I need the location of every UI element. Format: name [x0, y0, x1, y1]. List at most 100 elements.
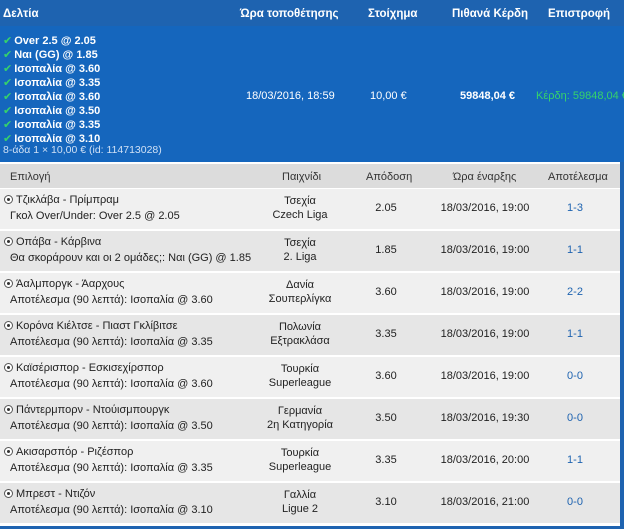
col-slip: Δελτία: [3, 8, 39, 20]
table-header: Δελτία Ώρα τοποθέτησης Στοίχημα Πιθανά Κ…: [0, 0, 624, 26]
selection-item: ✔ Over 2.5 @ 2.05: [3, 35, 96, 47]
start-time: 18/03/2016, 19:00: [440, 202, 530, 214]
h-selection: Επιλογή: [10, 171, 51, 183]
market-selection: Θα σκοράρουν και οι 2 ομάδες;: Ναι (GG) …: [10, 252, 252, 264]
game-cell: Τουρκία Superleague: [230, 362, 370, 390]
odds-value: 3.35: [375, 454, 397, 466]
league: 2. Liga: [283, 251, 317, 263]
result-link[interactable]: 1-1: [560, 244, 590, 256]
game-cell: Δανία Σουπερλίγκα: [230, 278, 370, 306]
selections-table-header: Επιλογή Παιχνίδι Απόδοση Ώρα έναρξης Απο…: [0, 164, 624, 188]
scrollbar[interactable]: [620, 162, 624, 526]
country: Τσεχία: [284, 195, 316, 207]
game-cell: Πολωνία Εξτρακλάσα: [230, 320, 370, 348]
league: Czech Liga: [272, 209, 328, 221]
game-cell: Τσεχία 2. Liga: [230, 236, 370, 264]
result-link[interactable]: 2-2: [560, 286, 590, 298]
odds-value: 2.05: [375, 202, 397, 214]
selection-item: ✔ Ισοπαλία @ 3.35: [3, 119, 101, 131]
start-time: 18/03/2016, 19:30: [440, 412, 530, 424]
game-cell: Τσεχία Czech Liga: [230, 194, 370, 222]
col-placed-time: Ώρα τοποθέτησης: [240, 8, 339, 20]
country: Τουρκία: [280, 447, 320, 459]
start-time: 18/03/2016, 19:00: [440, 244, 530, 256]
selection-item: ✔ Ισοπαλία @ 3.60: [3, 63, 101, 75]
match-name: Τζικλάβα - Πρίμπραμ: [16, 194, 119, 206]
selection-item: ✔ Ισοπαλία @ 3.60: [3, 91, 101, 103]
table-row[interactable]: Άαλμποργκ - Άαρχους Αποτέλεσμα (90 λεπτά)…: [0, 273, 624, 314]
football-icon: [4, 237, 13, 246]
table-row[interactable]: Ακισαρσπόρ - Ριζέσπορ Αποτέλεσμα (90 λεπτ…: [0, 441, 624, 482]
table-row[interactable]: Καϊσέρισπορ - Εσκισεχίρσπορ Αποτέλεσμα (9…: [0, 357, 624, 398]
selection-item: ✔ Ισοπαλία @ 3.50: [3, 105, 101, 117]
check-icon: ✔: [3, 49, 13, 61]
match-name: Άαλμποργκ - Άαρχους: [16, 278, 125, 290]
country: Τσεχία: [284, 237, 316, 249]
col-return: Επιστροφή: [548, 8, 611, 20]
market-selection: Γκολ Over/Under: Over 2.5 @ 2.05: [10, 210, 180, 222]
check-icon: ✔: [3, 63, 13, 75]
football-icon: [4, 489, 13, 498]
check-icon: ✔: [3, 35, 13, 47]
h-odds: Απόδοση: [366, 171, 413, 183]
table-row[interactable]: Τζικλάβα - Πρίμπραμ Γκολ Over/Under: Over…: [0, 189, 624, 230]
football-icon: [4, 363, 13, 372]
return-value: Κέρδη: 59848,04 €: [536, 90, 624, 102]
result-link[interactable]: 0-0: [560, 370, 590, 382]
league: Superleague: [268, 377, 332, 389]
country: Γερμανία: [277, 405, 323, 417]
start-time: 18/03/2016, 20:00: [440, 454, 530, 466]
odds-value: 3.50: [375, 412, 397, 424]
odds-value: 3.10: [375, 496, 397, 508]
check-icon: ✔: [3, 105, 13, 117]
table-row[interactable]: Πάντερμπορν - Ντούισμπουργκ Αποτέλεσμα (9…: [0, 399, 624, 440]
check-icon: ✔: [3, 77, 13, 89]
potential-win-value: 59848,04 €: [460, 90, 516, 102]
result-link[interactable]: 1-1: [560, 454, 590, 466]
bet-meta: 8-άδα 1 × 10,00 € (id: 114713028): [3, 144, 162, 156]
market-selection: Αποτέλεσμα (90 λεπτά): Ισοπαλία @ 3.35: [10, 462, 213, 474]
match-name: Μπρεστ - Ντιζόν: [16, 488, 96, 500]
selection-item: ✔ Ισοπαλία @ 3.35: [3, 77, 101, 89]
check-icon: ✔: [3, 91, 13, 103]
start-time: 18/03/2016, 19:00: [440, 286, 530, 298]
match-name: Κορόνα Κιέλτσε - Πιαστ Γκλίβιτσε: [16, 320, 178, 332]
league: Σουπερλίγκα: [268, 293, 332, 305]
match-name: Ακισαρσπόρ - Ριζέσπορ: [16, 446, 134, 458]
country: Πολωνία: [278, 321, 322, 333]
league: Εξτρακλάσα: [270, 335, 330, 347]
h-game: Παιχνίδι: [282, 171, 322, 183]
table-row[interactable]: Μπρεστ - Ντιζόν Αποτέλεσμα (90 λεπτά): Ισ…: [0, 483, 624, 524]
game-cell: Γαλλία Ligue 2: [230, 488, 370, 516]
football-icon: [4, 405, 13, 414]
start-time: 18/03/2016, 19:00: [440, 370, 530, 382]
football-icon: [4, 447, 13, 456]
selection-item: ✔ Ναι (GG) @ 1.85: [3, 49, 98, 61]
market-selection: Αποτέλεσμα (90 λεπτά): Ισοπαλία @ 3.60: [10, 294, 213, 306]
bet-summary[interactable]: ✔ Over 2.5 @ 2.05 ✔ Ναι (GG) @ 1.85 ✔ Ισοπα…: [0, 26, 624, 162]
col-potential-win: Πιθανά Κέρδη: [452, 8, 529, 20]
game-cell: Τουρκία Superleague: [230, 446, 370, 474]
table-row[interactable]: Οπάβα - Κάρβινα Θα σκοράρουν και οι 2 ομά…: [0, 231, 624, 272]
odds-value: 3.35: [375, 328, 397, 340]
h-result: Αποτέλεσμα: [548, 171, 608, 183]
football-icon: [4, 195, 13, 204]
country: Δανία: [285, 279, 314, 291]
start-time: 18/03/2016, 19:00: [440, 328, 530, 340]
result-link[interactable]: 0-0: [560, 412, 590, 424]
odds-value: 1.85: [375, 244, 397, 256]
bet-history-panel: Δελτία Ώρα τοποθέτησης Στοίχημα Πιθανά Κ…: [0, 0, 624, 529]
result-link[interactable]: 1-3: [560, 202, 590, 214]
table-row[interactable]: Κορόνα Κιέλτσε - Πιαστ Γκλίβιτσε Αποτέλεσ…: [0, 315, 624, 356]
match-name: Οπάβα - Κάρβινα: [16, 236, 102, 248]
placed-time: 18/03/2016, 18:59: [246, 90, 335, 102]
result-link[interactable]: 0-0: [560, 496, 590, 508]
league: Superleague: [268, 461, 332, 473]
country: Γαλλία: [283, 489, 317, 501]
game-cell: Γερμανία 2η Κατηγορία: [230, 404, 370, 432]
football-icon: [4, 279, 13, 288]
odds-value: 3.60: [375, 370, 397, 382]
market-selection: Αποτέλεσμα (90 λεπτά): Ισοπαλία @ 3.35: [10, 336, 213, 348]
football-icon: [4, 321, 13, 330]
result-link[interactable]: 1-1: [560, 328, 590, 340]
